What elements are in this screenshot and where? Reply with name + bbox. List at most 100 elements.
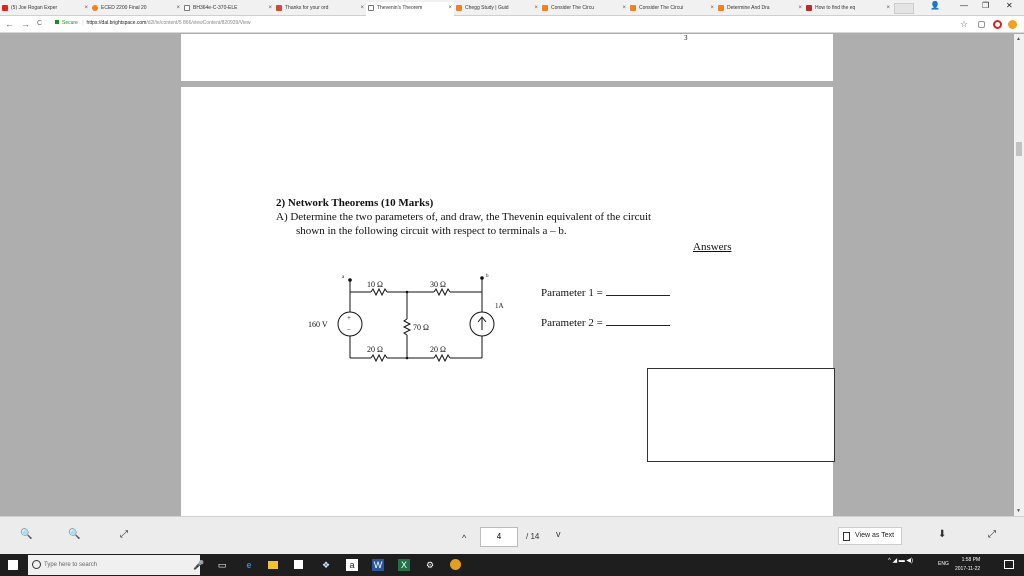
tab-10[interactable]: How to find the eq × xyxy=(804,2,892,16)
viewer-toolbar: 🔍 🔍 ⤢ ^ 4 / 14 v View as Text ⬇ ⤢ xyxy=(0,516,1024,554)
tab-1[interactable]: (5) Joe Rogan Exper × xyxy=(0,2,90,16)
profile-icon[interactable]: 👤 xyxy=(930,1,940,10)
page-number: 3 xyxy=(684,34,688,42)
parameter-2-label: Parameter 2 = xyxy=(541,317,603,329)
view-as-text-label: View as Text xyxy=(855,532,895,539)
previous-page-button[interactable]: ^ xyxy=(462,533,466,543)
close-tab-icon[interactable]: × xyxy=(798,2,802,14)
url-divider: | xyxy=(82,20,84,26)
dropbox-icon[interactable]: ❖ xyxy=(320,559,332,571)
terminal-a-dot xyxy=(348,278,352,282)
microphone-icon[interactable]: 🎤 xyxy=(193,559,205,571)
question-text-line-1: A) Determine the two parameters of, and … xyxy=(276,211,652,223)
page-number-input[interactable]: 4 xyxy=(480,527,518,547)
youtube-icon xyxy=(2,5,8,11)
tab-4[interactable]: Thanks for your ord × xyxy=(274,2,366,16)
parameter-2: Parameter 2 = xyxy=(541,317,670,329)
notification-icon[interactable] xyxy=(1004,560,1014,569)
chegg-icon xyxy=(718,5,724,11)
taskbar-search[interactable]: Type here to search xyxy=(28,555,200,575)
tab-label: Consider The Circu xyxy=(551,5,594,11)
question-text-line-2: shown in the following circuit with resp… xyxy=(296,225,567,237)
cortana-icon xyxy=(32,560,41,569)
close-tab-icon[interactable]: × xyxy=(268,2,272,14)
r-middle-label: 70 Ω xyxy=(413,323,429,332)
document-icon xyxy=(368,5,374,11)
r-top-left-label: 10 Ω xyxy=(367,280,383,289)
tab-3[interactable]: BH364e-C-370-ELE × xyxy=(182,2,274,16)
task-view-icon[interactable]: ▭ xyxy=(216,559,228,571)
extension-icon[interactable] xyxy=(978,21,985,28)
forward-button[interactable]: → xyxy=(21,19,30,29)
close-tab-icon[interactable]: × xyxy=(176,2,180,14)
quora-icon xyxy=(806,5,812,11)
tab-label: Determine And Dra xyxy=(727,5,770,11)
r-top-right-label: 30 Ω xyxy=(430,280,446,289)
edge-icon[interactable]: e xyxy=(243,559,255,571)
file-explorer-icon[interactable] xyxy=(268,561,278,569)
terminal-a-label: a xyxy=(342,275,345,280)
settings-icon[interactable]: ⚙ xyxy=(424,559,436,571)
close-tab-icon[interactable]: × xyxy=(622,2,626,14)
secure-label: Secure xyxy=(62,20,78,26)
tab-8[interactable]: Consider The Circui × xyxy=(628,2,716,16)
close-tab-icon[interactable]: × xyxy=(534,2,538,14)
close-tab-icon[interactable]: × xyxy=(360,2,364,14)
parameter-1: Parameter 1 = xyxy=(541,287,670,299)
close-tab-icon[interactable]: × xyxy=(886,2,890,14)
tab-2[interactable]: ECED 2200 Final 20 × xyxy=(90,2,182,16)
scroll-up-icon[interactable]: ▲ xyxy=(1016,36,1021,42)
new-tab-button[interactable] xyxy=(894,3,914,14)
tab-label: Thanks for your ord xyxy=(285,5,329,11)
close-tab-icon[interactable]: × xyxy=(84,2,88,14)
chegg-icon xyxy=(456,5,462,11)
word-icon[interactable]: W xyxy=(372,559,384,571)
current-page: 2) Network Theorems (10 Marks) A) Determ… xyxy=(181,87,835,516)
extension-orange-icon[interactable] xyxy=(1008,20,1017,29)
terminal-b-dot xyxy=(480,276,484,280)
scrollbar-thumb[interactable] xyxy=(1016,142,1022,156)
close-tab-icon[interactable]: × xyxy=(448,2,452,14)
close-tab-icon[interactable]: × xyxy=(710,2,714,14)
parameter-1-blank xyxy=(605,287,670,296)
system-clock[interactable]: 1:58 PM 2017-11-22 xyxy=(955,556,980,574)
clock-date: 2017-11-22 xyxy=(955,566,981,572)
scroll-down-icon[interactable]: ▼ xyxy=(1016,508,1021,514)
chrome-icon[interactable] xyxy=(450,559,461,570)
download-icon[interactable]: ⬇ xyxy=(938,529,946,540)
excel-icon[interactable]: X xyxy=(398,559,410,571)
document-viewer[interactable]: 3 2) Network Theorems (10 Marks) A) Dete… xyxy=(0,34,1014,516)
node-dot xyxy=(405,356,409,360)
tab-9[interactable]: Determine And Dra × xyxy=(716,2,804,16)
minimize-button[interactable]: — xyxy=(960,1,968,10)
document-icon xyxy=(843,532,850,541)
amazon-icon[interactable]: a xyxy=(346,559,358,571)
extension-red-icon[interactable] xyxy=(993,20,1002,29)
next-page-button[interactable]: v xyxy=(556,529,561,539)
close-window-button[interactable]: ✕ xyxy=(1006,1,1013,10)
parameter-1-label: Parameter 1 = xyxy=(541,287,603,299)
tray-icons[interactable]: ^ ◢ ▬ ◀) xyxy=(888,557,913,564)
language-indicator[interactable]: ENG xyxy=(938,561,949,567)
store-icon[interactable] xyxy=(294,560,303,569)
tab-label: ECED 2200 Final 20 xyxy=(101,5,147,11)
clock-time: 1:58 PM xyxy=(961,557,981,563)
bookmark-star-icon[interactable]: ☆ xyxy=(960,19,968,30)
maximize-button[interactable]: ❐ xyxy=(982,1,989,10)
zoom-out-icon[interactable]: 🔍 xyxy=(20,529,32,540)
zoom-in-icon[interactable]: 🔍 xyxy=(68,529,80,540)
start-button[interactable] xyxy=(8,560,18,570)
view-as-text-button[interactable]: View as Text xyxy=(838,527,902,545)
fit-page-icon[interactable]: ⤢ xyxy=(120,529,128,540)
reload-button[interactable]: C xyxy=(37,20,42,27)
terminal-b-label: b xyxy=(486,274,489,279)
fullscreen-icon[interactable]: ⤢ xyxy=(988,529,996,540)
url-field[interactable]: Secure | https://dal.brightspace.com/d2l/… xyxy=(55,20,250,26)
back-button[interactable]: ← xyxy=(5,19,14,29)
tab-6[interactable]: Chegg Study | Guid × xyxy=(454,2,540,16)
tab-7[interactable]: Consider The Circu × xyxy=(540,2,628,16)
vertical-scrollbar[interactable]: ▲ ▼ xyxy=(1014,34,1024,516)
url-path: /d2l/le/content/5 866/viewContent/820939… xyxy=(146,20,251,26)
tab-label: Consider The Circui xyxy=(639,5,684,11)
tab-5[interactable]: Thevenin's Theorem × xyxy=(366,2,454,16)
